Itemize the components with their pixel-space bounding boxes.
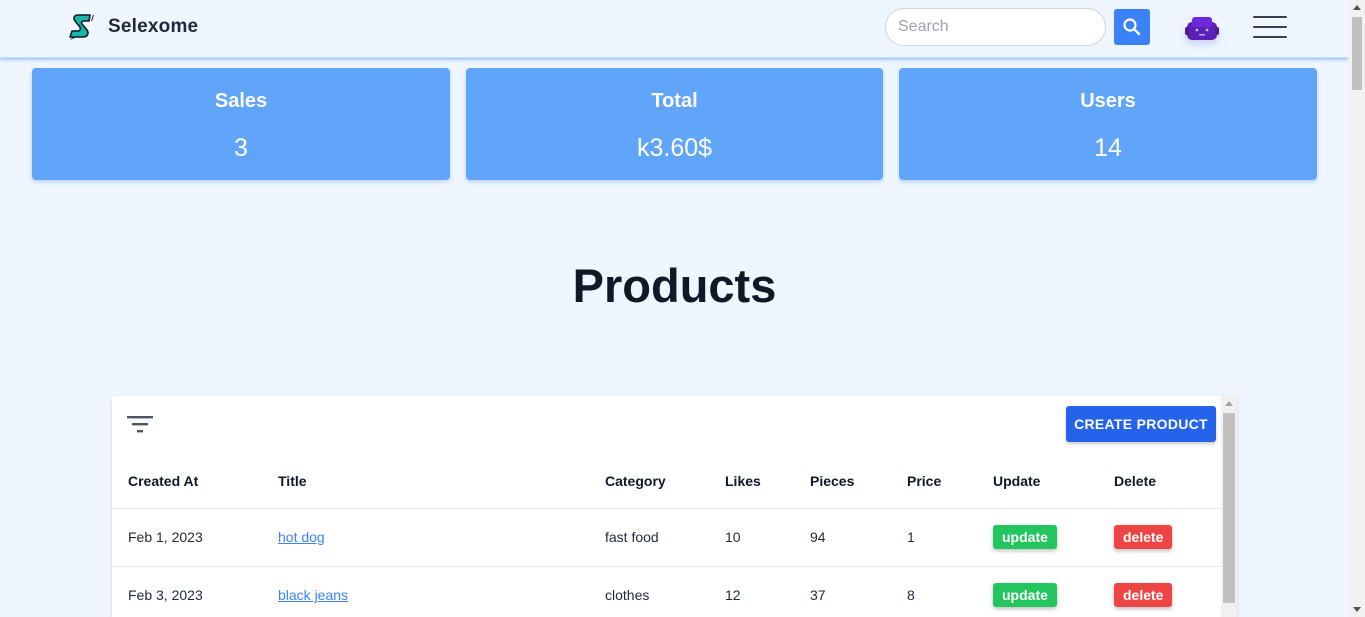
- column-header-title[interactable]: Title: [262, 454, 589, 509]
- stat-card-total: Total k3.60$: [466, 68, 883, 180]
- column-header-delete[interactable]: Delete: [1098, 454, 1221, 509]
- table-scrollbar[interactable]: [1221, 396, 1237, 617]
- table-header-row: Created At Title Category Likes Pieces P…: [112, 454, 1221, 509]
- avatar-icon: [1185, 17, 1219, 40]
- cell-category: fast food: [589, 508, 709, 567]
- table-row: Feb 3, 2023 black jeans clothes 12 37 8 …: [112, 566, 1221, 617]
- stat-value: 14: [1094, 134, 1122, 162]
- search-input[interactable]: [885, 8, 1106, 46]
- column-header-category[interactable]: Category: [589, 454, 709, 509]
- menu-line: [1253, 36, 1287, 38]
- top-navbar: Selexome: [0, 0, 1349, 58]
- page-title: Products: [572, 259, 777, 312]
- cell-price: 1: [891, 508, 977, 567]
- update-button[interactable]: update: [993, 525, 1057, 549]
- scroll-up-arrow-icon[interactable]: [1225, 401, 1233, 406]
- column-header-created-at[interactable]: Created At: [112, 454, 262, 509]
- hamburger-menu-icon[interactable]: [1253, 14, 1287, 40]
- column-header-update[interactable]: Update: [977, 454, 1098, 509]
- cell-update: update: [977, 566, 1098, 617]
- scroll-down-arrow-icon[interactable]: [1353, 607, 1361, 612]
- column-header-pieces[interactable]: Pieces: [794, 454, 891, 509]
- product-title-link[interactable]: hot dog: [278, 529, 325, 545]
- page-scrollbar[interactable]: [1349, 0, 1365, 617]
- avatar[interactable]: [1183, 12, 1221, 46]
- products-table: Created At Title Category Likes Pieces P…: [112, 454, 1221, 617]
- cell-update: update: [977, 508, 1098, 567]
- brand-name[interactable]: Selexome: [108, 16, 198, 38]
- stat-value: k3.60$: [636, 134, 713, 162]
- menu-line: [1253, 16, 1287, 18]
- stat-label: Users: [1080, 90, 1136, 112]
- filter-icon[interactable]: [127, 414, 153, 434]
- table-row: Feb 1, 2023 hot dog fast food 10 94 1 up…: [112, 508, 1221, 567]
- stat-value: 3: [234, 134, 248, 162]
- delete-button[interactable]: delete: [1114, 583, 1173, 607]
- product-title-link[interactable]: black jeans: [278, 587, 348, 603]
- cell-pieces: 37: [794, 566, 891, 617]
- stat-card-users: Users 14: [899, 68, 1317, 180]
- products-table-panel: CREATE PRODUCT Created At Title Category…: [112, 396, 1237, 617]
- update-button[interactable]: update: [993, 583, 1057, 607]
- create-product-button[interactable]: CREATE PRODUCT: [1066, 406, 1216, 442]
- cell-price: 8: [891, 566, 977, 617]
- cell-likes: 12: [709, 566, 794, 617]
- cell-title: hot dog: [262, 508, 589, 567]
- menu-line: [1253, 26, 1287, 28]
- cell-created-at: Feb 1, 2023: [112, 508, 262, 567]
- cell-category: clothes: [589, 566, 709, 617]
- cell-pieces: 94: [794, 508, 891, 567]
- scroll-thumb[interactable]: [1352, 17, 1362, 90]
- stat-card-sales: Sales 3: [32, 68, 450, 180]
- scroll-up-arrow-icon[interactable]: [1353, 5, 1361, 10]
- search-button[interactable]: [1114, 9, 1150, 45]
- scroll-thumb[interactable]: [1223, 413, 1235, 603]
- column-header-likes[interactable]: Likes: [709, 454, 794, 509]
- logo-icon[interactable]: [66, 12, 98, 42]
- column-header-price[interactable]: Price: [891, 454, 977, 509]
- cell-created-at: Feb 3, 2023: [112, 566, 262, 617]
- cell-title: black jeans: [262, 566, 589, 617]
- search-icon: [1123, 18, 1141, 36]
- stat-label: Total: [651, 90, 698, 112]
- cell-delete: delete: [1098, 566, 1221, 617]
- cell-likes: 10: [709, 508, 794, 567]
- delete-button[interactable]: delete: [1114, 525, 1173, 549]
- cell-delete: delete: [1098, 508, 1221, 567]
- stat-label: Sales: [214, 90, 268, 112]
